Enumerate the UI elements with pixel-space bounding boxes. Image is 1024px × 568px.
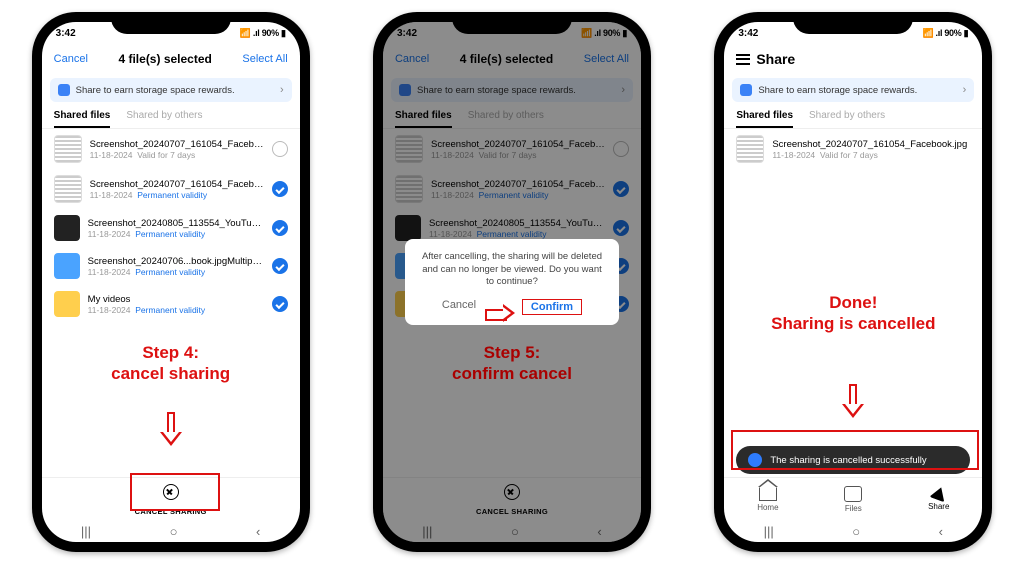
nav-recents-icon[interactable]: ||| bbox=[764, 524, 774, 539]
arrow-down-icon bbox=[842, 384, 864, 422]
diamond-icon bbox=[58, 84, 70, 96]
toast-text: The sharing is cancelled successfully bbox=[770, 455, 926, 466]
arrow-right-icon bbox=[485, 304, 519, 322]
file-thumbnail bbox=[736, 135, 764, 163]
checkbox[interactable] bbox=[272, 181, 288, 197]
annotation-done: Done! Sharing is cancelled bbox=[704, 292, 1002, 335]
toast: The sharing is cancelled successfully bbox=[736, 446, 970, 474]
arrow-down-icon bbox=[160, 412, 182, 450]
cancel-sharing-button[interactable]: CANCEL SHARING bbox=[42, 477, 300, 520]
header-bar: Cancel 4 file(s) selected Select All bbox=[42, 44, 300, 74]
checkbox[interactable] bbox=[272, 258, 288, 274]
share-icon bbox=[929, 485, 948, 503]
status-indicators: 📶 .ıl 90% ▮ bbox=[922, 28, 968, 39]
annotation-step5: Step 5: confirm cancel bbox=[373, 342, 651, 385]
annotation-step4: Step 4: cancel sharing bbox=[32, 342, 310, 385]
nav-home-icon[interactable]: ○ bbox=[852, 524, 860, 539]
file-name: My videos bbox=[88, 294, 264, 305]
header-bar: Share bbox=[724, 44, 982, 74]
file-name: Screenshot_20240707_161054_Facebook.jpg bbox=[90, 179, 264, 190]
home-icon bbox=[759, 486, 777, 501]
nav-back-icon[interactable]: ‹ bbox=[256, 524, 260, 539]
phone-step-5: 3:42 📶 .ıl 90% ▮ Cancel 4 file(s) select… bbox=[373, 12, 651, 552]
list-item[interactable]: Screenshot_20240805_113554_YouTube.jpg11… bbox=[42, 209, 300, 247]
file-name: Screenshot_20240805_113554_YouTube.jpg bbox=[88, 218, 264, 229]
nav-home-icon[interactable]: ○ bbox=[170, 524, 178, 539]
banner-text: Share to earn storage space rewards. bbox=[76, 85, 235, 96]
tab-shared-files[interactable]: Shared files bbox=[736, 110, 793, 128]
rewards-banner[interactable]: Share to earn storage space rewards. › bbox=[732, 78, 974, 102]
tab-share[interactable]: Share bbox=[928, 487, 949, 511]
tab-shared-by-others[interactable]: Shared by others bbox=[126, 110, 202, 128]
diamond-icon bbox=[740, 84, 752, 96]
file-thumbnail bbox=[54, 175, 82, 203]
android-nav: ||| ○ ‹ bbox=[42, 520, 300, 542]
list-item[interactable]: Screenshot_20240706...book.jpgMultiple f… bbox=[42, 247, 300, 285]
notch bbox=[452, 12, 572, 34]
file-name: Screenshot_20240707_161054_Facebook.jpg bbox=[772, 139, 970, 150]
list-item[interactable]: Screenshot_20240707_161054_Facebook.jpg … bbox=[724, 129, 982, 169]
cancel-sharing-label: CANCEL SHARING bbox=[42, 507, 300, 516]
files-icon bbox=[844, 486, 862, 502]
status-time: 3:42 bbox=[738, 28, 758, 39]
banner-text: Share to earn storage space rewards. bbox=[758, 85, 917, 96]
file-name: Screenshot_20240706...book.jpgMultiple f… bbox=[88, 256, 264, 267]
chevron-right-icon: › bbox=[280, 84, 284, 96]
list-item[interactable]: My videos11-18-2024 Permanent validity bbox=[42, 285, 300, 323]
file-name: Screenshot_20240707_161054_Facebook.jpg bbox=[90, 139, 264, 150]
nav-back-icon[interactable]: ‹ bbox=[939, 524, 943, 539]
page-title: Share bbox=[756, 51, 795, 67]
notch bbox=[111, 12, 231, 34]
confirm-dialog: After cancelling, the sharing will be de… bbox=[405, 239, 619, 325]
tab-files[interactable]: Files bbox=[844, 486, 862, 513]
chevron-right-icon: › bbox=[963, 84, 967, 96]
tab-shared-files[interactable]: Shared files bbox=[54, 110, 111, 128]
android-nav: ||| ○ ‹ bbox=[724, 520, 982, 542]
list-item[interactable]: Screenshot_20240707_161054_Facebook.jpg1… bbox=[42, 169, 300, 209]
rewards-banner[interactable]: Share to earn storage space rewards. › bbox=[50, 78, 292, 102]
checkbox[interactable] bbox=[272, 296, 288, 312]
file-thumbnail bbox=[54, 253, 80, 279]
nav-recents-icon[interactable]: ||| bbox=[81, 524, 91, 539]
phone-step-4: 3:42 📶 .ıl 90% ▮ Cancel 4 file(s) select… bbox=[32, 12, 310, 552]
status-indicators: 📶 .ıl 90% ▮ bbox=[240, 28, 286, 39]
tab-shared-by-others[interactable]: Shared by others bbox=[809, 110, 885, 128]
menu-icon[interactable] bbox=[736, 54, 750, 65]
dialog-confirm-button[interactable]: Confirm bbox=[522, 299, 582, 315]
modal-overlay: After cancelling, the sharing will be de… bbox=[383, 22, 641, 542]
tabs: Shared files Shared by others bbox=[724, 106, 982, 129]
status-time: 3:42 bbox=[56, 28, 76, 39]
list-item[interactable]: Screenshot_20240707_161054_Facebook.jpg1… bbox=[42, 129, 300, 169]
tabs: Shared files Shared by others bbox=[42, 106, 300, 129]
info-icon bbox=[748, 453, 762, 467]
notch bbox=[793, 12, 913, 34]
close-icon bbox=[163, 484, 179, 500]
dialog-cancel-button[interactable]: Cancel bbox=[442, 299, 476, 315]
select-all-button[interactable]: Select All bbox=[242, 53, 287, 65]
checkbox[interactable] bbox=[272, 220, 288, 236]
tab-bar: Home Files Share bbox=[724, 477, 982, 520]
header-title: 4 file(s) selected bbox=[118, 52, 211, 66]
file-thumbnail bbox=[54, 135, 82, 163]
dialog-message: After cancelling, the sharing will be de… bbox=[419, 251, 605, 289]
cancel-button[interactable]: Cancel bbox=[54, 53, 88, 65]
file-thumbnail bbox=[54, 215, 80, 241]
tab-home[interactable]: Home bbox=[757, 486, 778, 512]
file-thumbnail bbox=[54, 291, 80, 317]
checkbox[interactable] bbox=[272, 141, 288, 157]
phone-done: 3:42 📶 .ıl 90% ▮ Share Share to earn sto… bbox=[714, 12, 992, 552]
